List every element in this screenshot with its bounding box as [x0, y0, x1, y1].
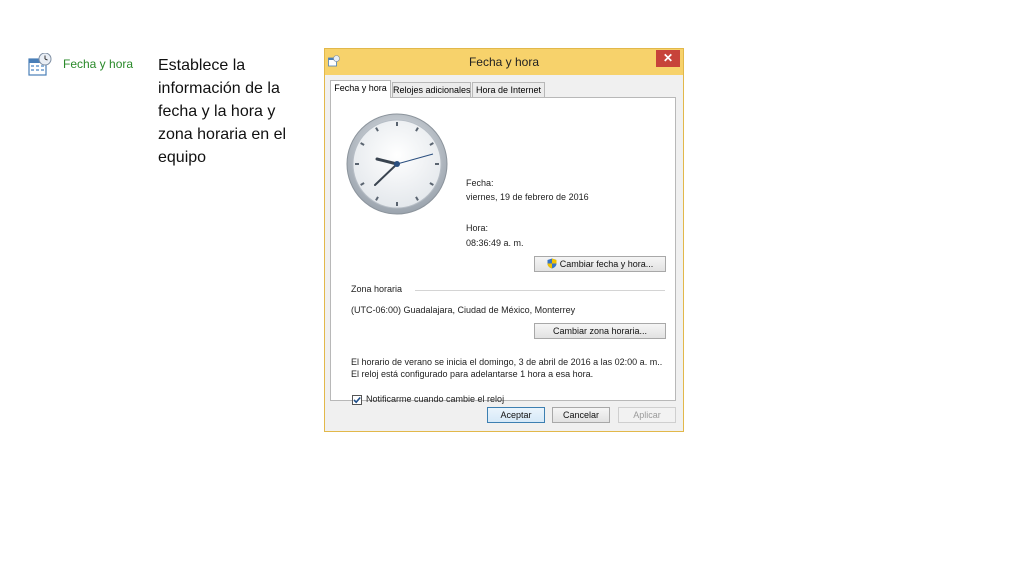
title-bar[interactable]: Fecha y hora ✕: [325, 49, 683, 75]
date-value: viernes, 19 de febrero de 2016: [466, 192, 589, 202]
checkmark-icon: [353, 396, 361, 404]
control-panel-item-datetime[interactable]: Fecha y hora: [28, 53, 133, 77]
ok-button[interactable]: Aceptar: [487, 407, 545, 423]
time-value: 08:36:49 a. m.: [466, 238, 524, 248]
dst-note: El horario de verano se inicia el doming…: [351, 357, 663, 379]
calendar-clock-icon: [28, 53, 52, 76]
slide-description: Establece la información de la fecha y l…: [158, 57, 287, 166]
close-button[interactable]: ✕: [656, 50, 680, 67]
apply-button[interactable]: Aplicar: [618, 407, 676, 423]
group-divider: [415, 290, 665, 291]
notify-checkbox-label[interactable]: Notificarme cuando cambie el reloj: [366, 394, 504, 404]
change-timezone-button[interactable]: Cambiar zona horaria...: [534, 323, 666, 339]
date-label: Fecha:: [466, 178, 494, 188]
timezone-group-label: Zona horaria: [351, 284, 403, 294]
uac-shield-icon: [547, 258, 557, 269]
tab-panel: Fecha: viernes, 19 de febrero de 2016 Ho…: [330, 97, 676, 405]
dialog-title: Fecha y hora: [468, 55, 540, 69]
timezone-value: (UTC-06:00) Guadalajara, Ciudad de Méxic…: [351, 305, 576, 315]
tab-additional-clocks[interactable]: Relojes adicionales: [392, 82, 471, 97]
tab-date-time[interactable]: Fecha y hora: [330, 80, 391, 98]
datetime-dialog: Fecha y hora ✕ Fecha y hora Relojes adic…: [324, 48, 684, 432]
analog-clock: [346, 113, 448, 215]
notify-checkbox[interactable]: [352, 395, 362, 405]
control-panel-item-label[interactable]: Fecha y hora: [63, 57, 133, 71]
tab-internet-time[interactable]: Hora de Internet: [472, 82, 545, 97]
change-datetime-label: Cambiar fecha y hora...: [559, 259, 654, 269]
time-label: Hora:: [466, 223, 489, 233]
change-datetime-button[interactable]: Cambiar fecha y hora...: [534, 256, 666, 272]
cancel-button[interactable]: Cancelar: [552, 407, 610, 423]
